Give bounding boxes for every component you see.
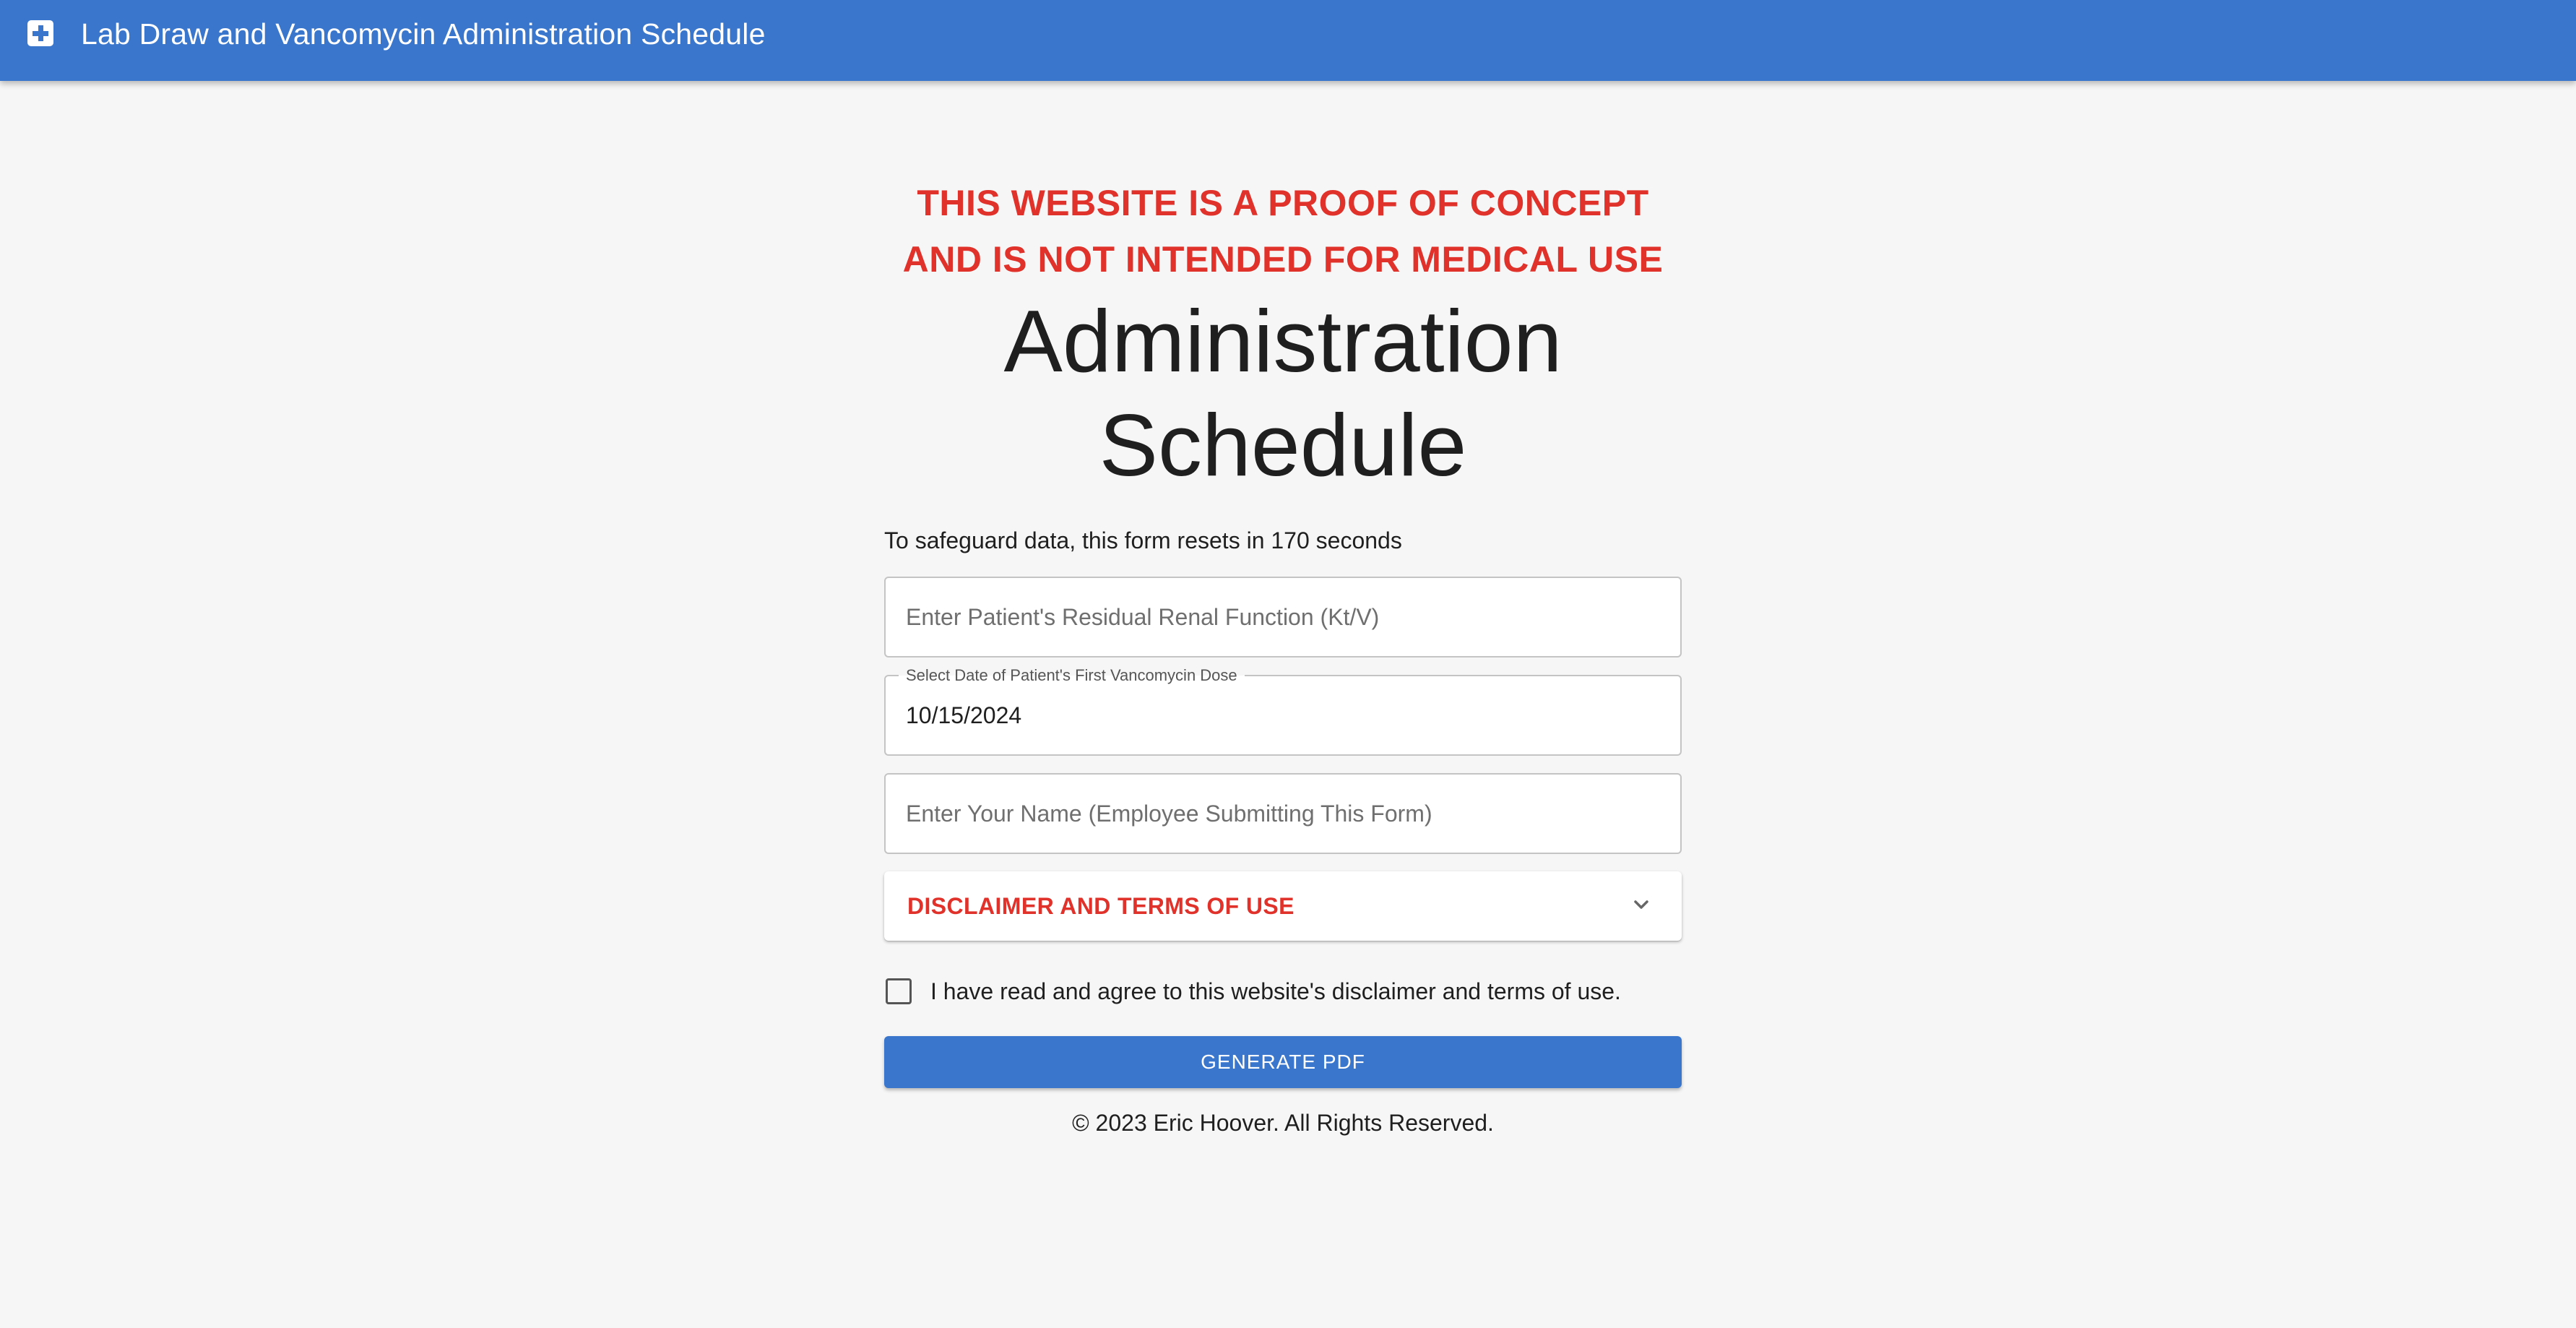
renal-function-field[interactable] — [884, 577, 1682, 657]
warning-line-1: THIS WEBSITE IS A PROOF OF CONCEPT — [917, 183, 1649, 223]
chevron-down-icon[interactable] — [1630, 893, 1653, 916]
copyright-footer: © 2023 Eric Hoover. All Rights Reserved. — [1072, 1110, 1494, 1136]
agree-terms-checkbox[interactable] — [886, 978, 912, 1004]
employee-name-input[interactable] — [904, 775, 1656, 853]
page-title-line-1: Administration — [1003, 292, 1563, 390]
employee-name-field[interactable] — [884, 773, 1682, 854]
app-bar: Lab Draw and Vancomycin Administration S… — [0, 0, 2576, 81]
page-title-line-2: Schedule — [1099, 396, 1467, 494]
first-dose-date-input[interactable] — [904, 676, 1656, 754]
first-dose-date-field[interactable]: Select Date of Patient's First Vancomyci… — [884, 666, 1682, 756]
disclaimer-accordion[interactable]: DISCLAIMER AND TERMS OF USE — [884, 871, 1682, 941]
agree-terms-row: I have read and agree to this website's … — [884, 970, 1682, 1013]
renal-function-input[interactable] — [904, 578, 1656, 656]
proof-of-concept-warning: THIS WEBSITE IS A PROOF OF CONCEPT AND I… — [855, 175, 1711, 288]
agree-terms-label[interactable]: I have read and agree to this website's … — [930, 978, 1621, 1005]
page-title: Administration Schedule — [884, 289, 1682, 497]
disclaimer-accordion-label: DISCLAIMER AND TERMS OF USE — [907, 893, 1295, 919]
form-reset-notice: To safeguard data, this form resets in 1… — [884, 527, 1402, 553]
warning-line-2: AND IS NOT INTENDED FOR MEDICAL USE — [902, 239, 1664, 280]
medical-cross-icon — [27, 20, 53, 46]
app-title: Lab Draw and Vancomycin Administration S… — [81, 17, 766, 51]
generate-pdf-button[interactable]: GENERATE PDF — [884, 1036, 1682, 1088]
